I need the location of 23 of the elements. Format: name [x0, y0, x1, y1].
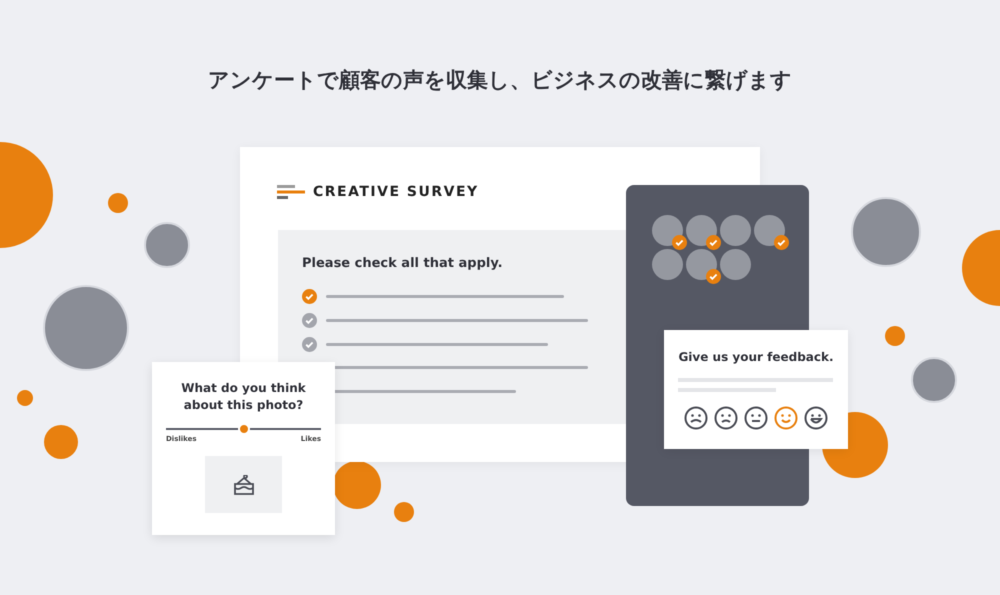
cake-icon [232, 474, 254, 494]
check-icon[interactable] [302, 288, 317, 304]
avatar-photo [144, 222, 190, 268]
decor-circle [885, 326, 905, 346]
brand-name: CREATIVE SURVEY [313, 184, 479, 200]
decor-circle [108, 193, 128, 213]
face-icon[interactable] [684, 406, 708, 430]
decor-circle [17, 390, 33, 406]
feedback-title: Give us your feedback. [678, 350, 834, 364]
check-icon[interactable] [302, 336, 317, 352]
decor-circle [394, 502, 414, 522]
headline: アンケートで顧客の声を収集し、ビジネスの改善に繋げます [207, 67, 793, 94]
question-text: Please check all that apply. [302, 256, 504, 271]
slider-thumb[interactable] [238, 423, 250, 435]
face-icon[interactable] [744, 406, 768, 430]
decor-circle [44, 425, 78, 459]
logo-icon [277, 185, 305, 199]
decor-circle [333, 461, 381, 509]
check-icon[interactable] [302, 312, 317, 328]
face-icon[interactable] [714, 406, 738, 430]
face-icon[interactable] [804, 406, 828, 430]
photo-question: What do you think about this photo? [180, 380, 307, 414]
avatar-photo [911, 357, 957, 403]
